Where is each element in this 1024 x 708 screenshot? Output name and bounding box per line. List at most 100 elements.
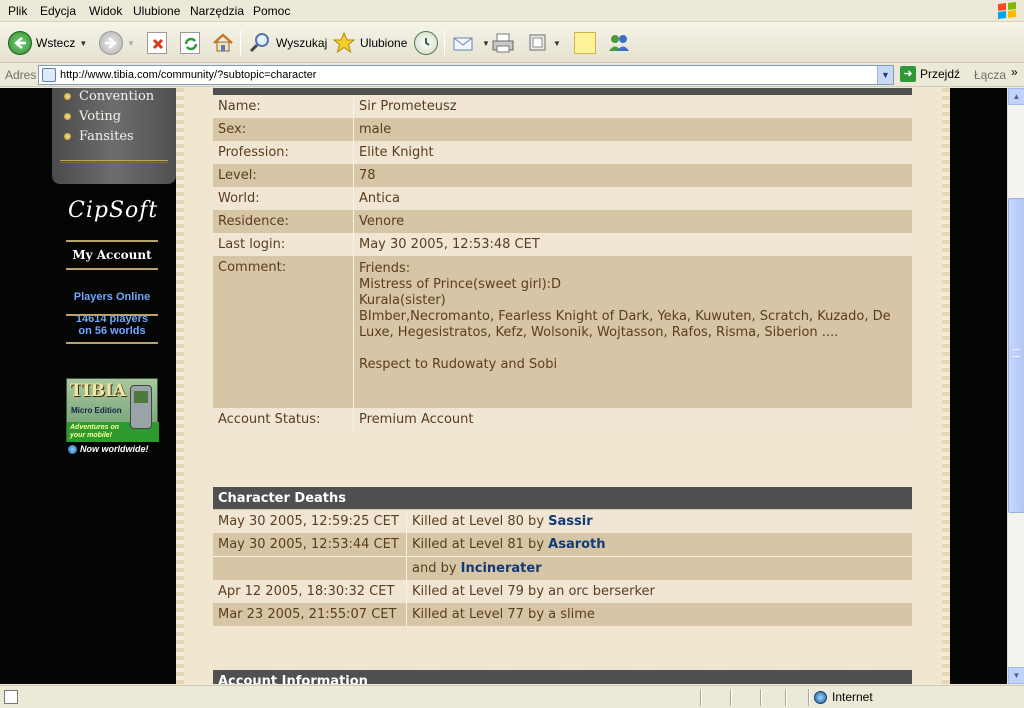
death-date: May 30 2005, 12:59:25 CET [213, 510, 407, 533]
bullet-icon [64, 113, 71, 120]
killer-link[interactable]: Incinerater [461, 561, 542, 576]
edit-dropdown-icon[interactable]: ▼ [553, 39, 561, 48]
status-bar: Internet [0, 685, 1024, 708]
death-description: and by Incinerater [407, 557, 547, 580]
tibia-micro-edition-banner[interactable]: TIBIA Micro Edition Adventures on your m… [66, 378, 159, 442]
right-margin [950, 88, 1007, 684]
links-more-icon[interactable]: » [1011, 65, 1018, 79]
row-label: Account Status: [213, 408, 354, 431]
table-row: Residence: Venore [213, 210, 912, 233]
back-button[interactable]: Wstecz ▼ [8, 27, 87, 59]
worldwide-caption: Now worldwide! [68, 444, 149, 454]
scroll-thumb[interactable] [1008, 198, 1024, 513]
print-button[interactable] [490, 27, 516, 59]
edit-button[interactable]: ▼ [527, 27, 561, 59]
address-input[interactable]: http://www.tibia.com/community/?subtopic… [38, 65, 894, 85]
death-date [213, 557, 407, 580]
row-label: World: [213, 187, 354, 210]
go-button[interactable]: ➜ Przejdź [900, 66, 960, 82]
page-viewport: Convention Voting Fansites CipSoft My Ac… [0, 88, 1007, 684]
row-label: Profession: [213, 141, 354, 164]
killer-link[interactable]: Asaroth [548, 537, 605, 552]
menu-favorites[interactable]: Ulubione [133, 4, 180, 18]
zone-label: Internet [832, 690, 873, 704]
menu-file[interactable]: Plik [8, 4, 27, 18]
history-icon [414, 31, 438, 55]
table-row: Apr 12 2005, 18:30:32 CET Killed at Leve… [213, 580, 912, 603]
toolbar: Wstecz ▼ ▼ Wyszukaj Ulubione ▼ ▼ [0, 22, 1024, 63]
printer-icon [492, 33, 514, 53]
forward-button[interactable]: ▼ [99, 27, 135, 59]
table-row: Name: Sir Prometeusz [213, 95, 912, 118]
mail-icon [453, 37, 473, 51]
page-status-icon [4, 690, 18, 704]
table-row: Level: 78 [213, 164, 912, 187]
menu-bar: Plik Edycja Widok Ulubione Narzędzia Pom… [0, 0, 1024, 22]
forward-arrow-icon [99, 31, 123, 55]
death-date: May 30 2005, 12:53:44 CET [213, 533, 407, 556]
edit-page-icon [529, 34, 546, 51]
death-text: Killed at Level 80 by [412, 514, 549, 529]
row-value: May 30 2005, 12:53:48 CET [359, 237, 540, 252]
address-url[interactable]: http://www.tibia.com/community/?subtopic… [60, 69, 316, 81]
favorites-button[interactable]: Ulubione [332, 27, 407, 59]
table-row: Last login: May 30 2005, 12:53:48 CET [213, 233, 912, 256]
menu-edit[interactable]: Edycja [40, 4, 76, 18]
death-text: Killed at Level 81 by [412, 537, 549, 552]
links-label[interactable]: Łącza [974, 68, 1006, 82]
messenger-button[interactable] [606, 27, 632, 59]
mail-button[interactable]: ▼ [452, 27, 490, 59]
scroll-down-icon[interactable]: ▼ [1008, 667, 1024, 684]
death-description: Killed at Level 79 by an orc berserker [412, 584, 655, 599]
nav-item-convention[interactable]: Convention [64, 89, 154, 104]
character-deaths-table: Character Deaths May 30 2005, 12:59:25 C… [213, 487, 912, 626]
death-date: Mar 23 2005, 21:55:07 CET [213, 603, 407, 626]
players-online-title: Players Online [73, 291, 151, 303]
comment-line [359, 341, 891, 357]
star-icon [332, 31, 356, 54]
my-account-button[interactable]: My Account [66, 240, 158, 270]
address-bar: Adres http://www.tibia.com/community/?su… [0, 63, 1024, 87]
table-row: May 30 2005, 12:59:25 CET Killed at Leve… [213, 510, 912, 533]
home-button[interactable] [211, 27, 235, 59]
scroll-up-icon[interactable]: ▲ [1008, 88, 1024, 105]
comment-row: Comment: Friends: Mistress of Prince(swe… [213, 256, 912, 408]
nav-divider [60, 160, 168, 163]
windows-logo-icon [998, 2, 1016, 19]
history-button[interactable] [414, 27, 438, 59]
row-value: Premium Account [359, 412, 474, 427]
forward-dropdown-icon[interactable]: ▼ [127, 39, 135, 48]
mail-dropdown-icon[interactable]: ▼ [482, 39, 490, 48]
character-info-header-bar [213, 88, 912, 95]
search-icon [249, 33, 269, 53]
address-dropdown-icon[interactable]: ▼ [877, 66, 893, 84]
banner-subtitle: Micro Edition [71, 406, 122, 415]
back-dropdown-icon[interactable]: ▼ [79, 39, 87, 48]
table-row: Mar 23 2005, 21:55:07 CET Killed at Leve… [213, 603, 912, 626]
stop-button[interactable] [147, 27, 167, 59]
nav-item-fansites[interactable]: Fansites [64, 129, 134, 144]
menu-tools[interactable]: Narzędzia [190, 4, 244, 18]
banner-strip-text: Adventures on your mobile! [70, 424, 120, 439]
killer-link[interactable]: Sassir [548, 514, 592, 529]
menu-help[interactable]: Pomoc [253, 4, 290, 18]
community-menu-box: Convention Voting Fansites [52, 88, 176, 184]
nav-item-voting[interactable]: Voting [64, 109, 121, 124]
discuss-button[interactable] [574, 27, 596, 59]
search-button[interactable]: Wyszukaj [248, 27, 327, 59]
cipsoft-logo[interactable]: CipSoft [68, 198, 158, 223]
menu-view[interactable]: Widok [89, 4, 122, 18]
vertical-scrollbar[interactable]: ▲ ▼ [1007, 88, 1024, 684]
death-description: Killed at Level 81 by Asaroth [407, 533, 611, 556]
comment-line: Luxe, Hegesistratos, Kefz, Wolsonik, Woj… [359, 325, 839, 340]
death-description: Killed at Level 80 by Sassir [407, 510, 598, 533]
refresh-button[interactable] [180, 27, 200, 59]
globe-icon [814, 690, 827, 704]
content-area: Name: Sir Prometeusz Sex: male Professio… [176, 88, 950, 684]
search-label: Wyszukaj [276, 36, 328, 50]
table-row: Account Status: Premium Account [213, 408, 912, 431]
row-label: Residence: [213, 210, 354, 233]
refresh-icon [180, 32, 200, 54]
back-arrow-icon [8, 31, 32, 55]
comment-line: Mistress of Prince(sweet girl):D [359, 277, 562, 292]
